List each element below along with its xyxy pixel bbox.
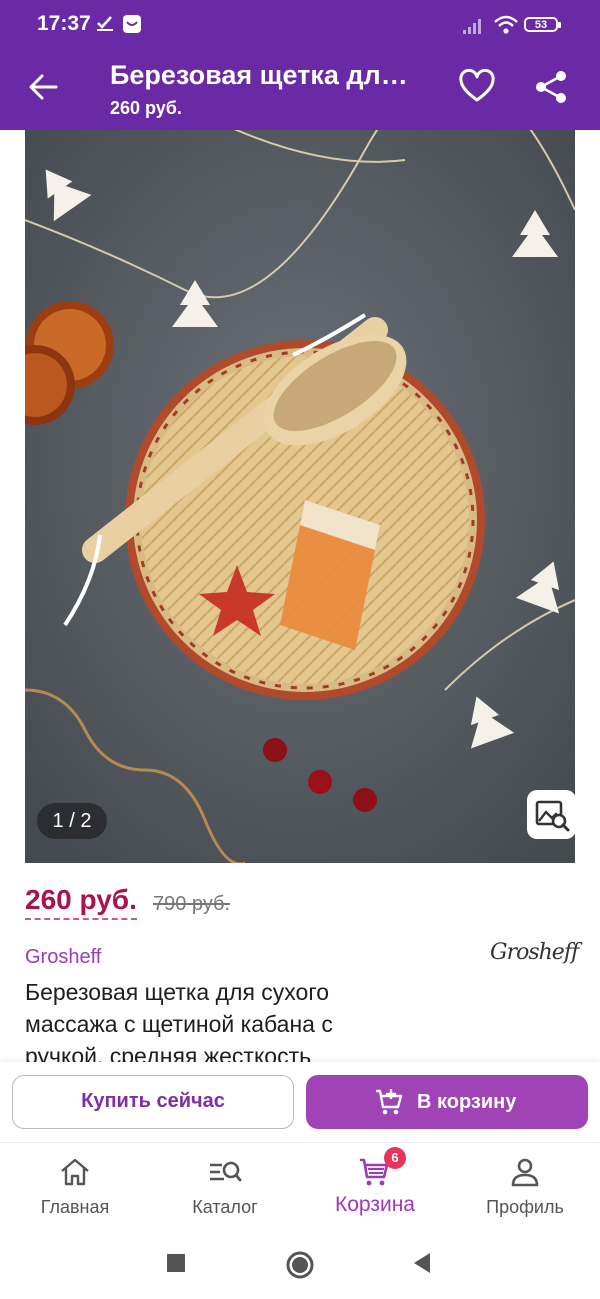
check-download-icon [97,16,113,31]
nav-item-home[interactable]: Главная [0,1143,150,1229]
nav-item-profile[interactable]: Профиль [450,1143,600,1229]
product-title: Березовая щетка для сухого массажа с щет… [25,979,333,1062]
product-image[interactable] [25,130,575,863]
nav-label-catalog: Каталог [192,1197,258,1217]
page-title: Березовая щетка для сухого массажа с щет… [110,60,422,90]
home-icon [61,1158,89,1186]
page-subtitle-price: 260 руб. [110,98,182,118]
nav-item-cart[interactable]: 6 Корзина [300,1143,450,1229]
system-navigation [0,1228,600,1299]
brand-link[interactable]: Grosheff [25,946,101,969]
product-photo [25,130,575,863]
add-to-cart-label: В корзину [417,1091,517,1113]
back-button-icon[interactable] [410,1250,434,1276]
recent-apps-icon[interactable] [165,1250,187,1276]
battery-indicator: 53 [524,17,561,32]
image-counter: 1 / 2 [37,803,107,839]
add-to-cart-icon [376,1089,403,1115]
back-arrow-icon[interactable] [26,70,60,104]
cart-count-badge: 6 [384,1147,406,1169]
image-search-icon [535,800,570,832]
catalog-search-icon [210,1161,242,1182]
add-to-cart-button[interactable]: В корзину [306,1075,588,1129]
nav-item-catalog[interactable]: Каталог [150,1143,300,1229]
image-search-button[interactable] [527,790,576,839]
brand-logo[interactable]: Grosheff [490,940,579,965]
app-bar: Березовая щетка для сухого массажа с щет… [0,46,600,130]
status-time: 17:37 [37,12,91,35]
signal-icon [463,19,481,34]
status-bar: 17:37 53 [0,0,600,46]
app-notification-icon [123,15,141,33]
favorite-heart-icon[interactable] [458,68,496,106]
current-price: 260 руб. [25,884,137,920]
nav-label-cart: Корзина [335,1193,415,1216]
share-icon[interactable] [532,68,570,106]
action-bar: Купить сейчас В корзину [0,1062,600,1142]
bottom-navigation: Главная Каталог 6 Корзина Профиль [0,1142,600,1229]
home-button-icon[interactable] [285,1250,315,1280]
wifi-icon [494,15,518,34]
nav-label-profile: Профиль [486,1197,564,1217]
profile-icon [511,1158,539,1187]
buy-now-button[interactable]: Купить сейчас [12,1075,294,1129]
nav-label-home: Главная [40,1197,110,1217]
old-price: 790 руб. [153,893,231,915]
